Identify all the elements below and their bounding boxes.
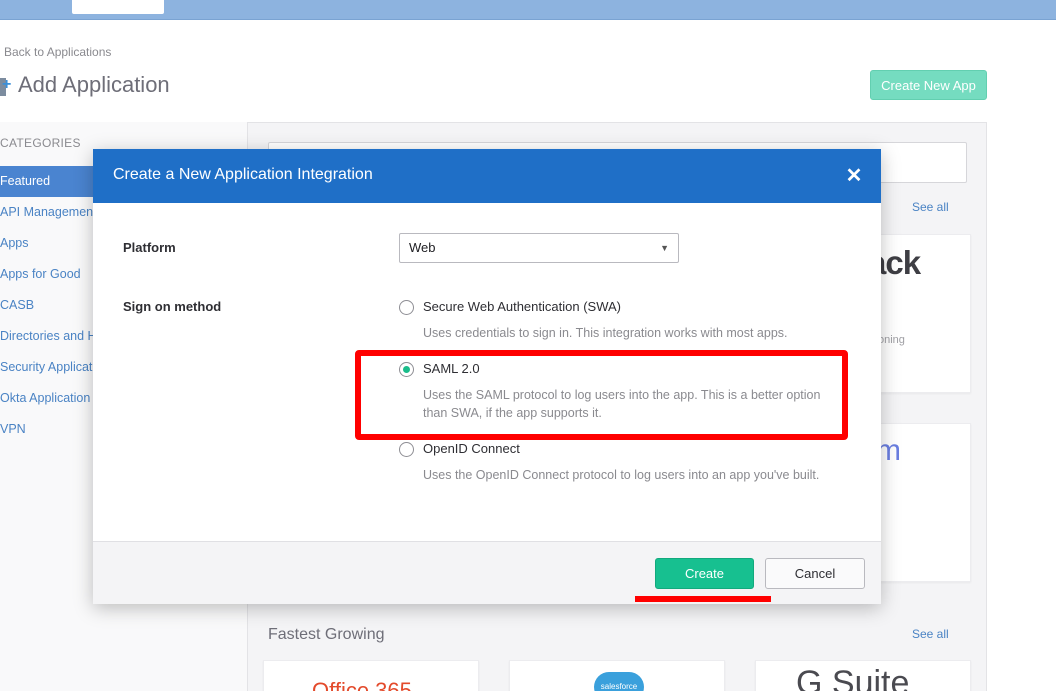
radio-openid[interactable] (399, 442, 414, 457)
dialog-footer (93, 541, 881, 604)
radio-label-swa[interactable]: Secure Web Authentication (SWA) (423, 299, 621, 314)
annotation-underline (635, 596, 771, 602)
dialog-header: Create a New Application Integration ✕ (93, 149, 881, 203)
platform-label: Platform (123, 240, 176, 255)
platform-select[interactable]: Web ▼ (399, 233, 679, 263)
annotation-highlight-box (355, 350, 848, 440)
platform-select-value: Web (409, 240, 436, 255)
close-icon[interactable]: ✕ (841, 163, 867, 189)
create-button[interactable]: Create (655, 558, 754, 589)
cancel-button[interactable]: Cancel (765, 558, 865, 589)
radio-desc-openid: Uses the OpenID Connect protocol to log … (423, 468, 820, 482)
sign-on-method-label: Sign on method (123, 299, 222, 314)
chevron-down-icon: ▼ (660, 243, 669, 253)
radio-label-openid[interactable]: OpenID Connect (423, 441, 520, 456)
dialog-title: Create a New Application Integration (113, 166, 373, 183)
radio-swa[interactable] (399, 300, 414, 315)
radio-desc-swa: Uses credentials to sign in. This integr… (423, 326, 788, 340)
